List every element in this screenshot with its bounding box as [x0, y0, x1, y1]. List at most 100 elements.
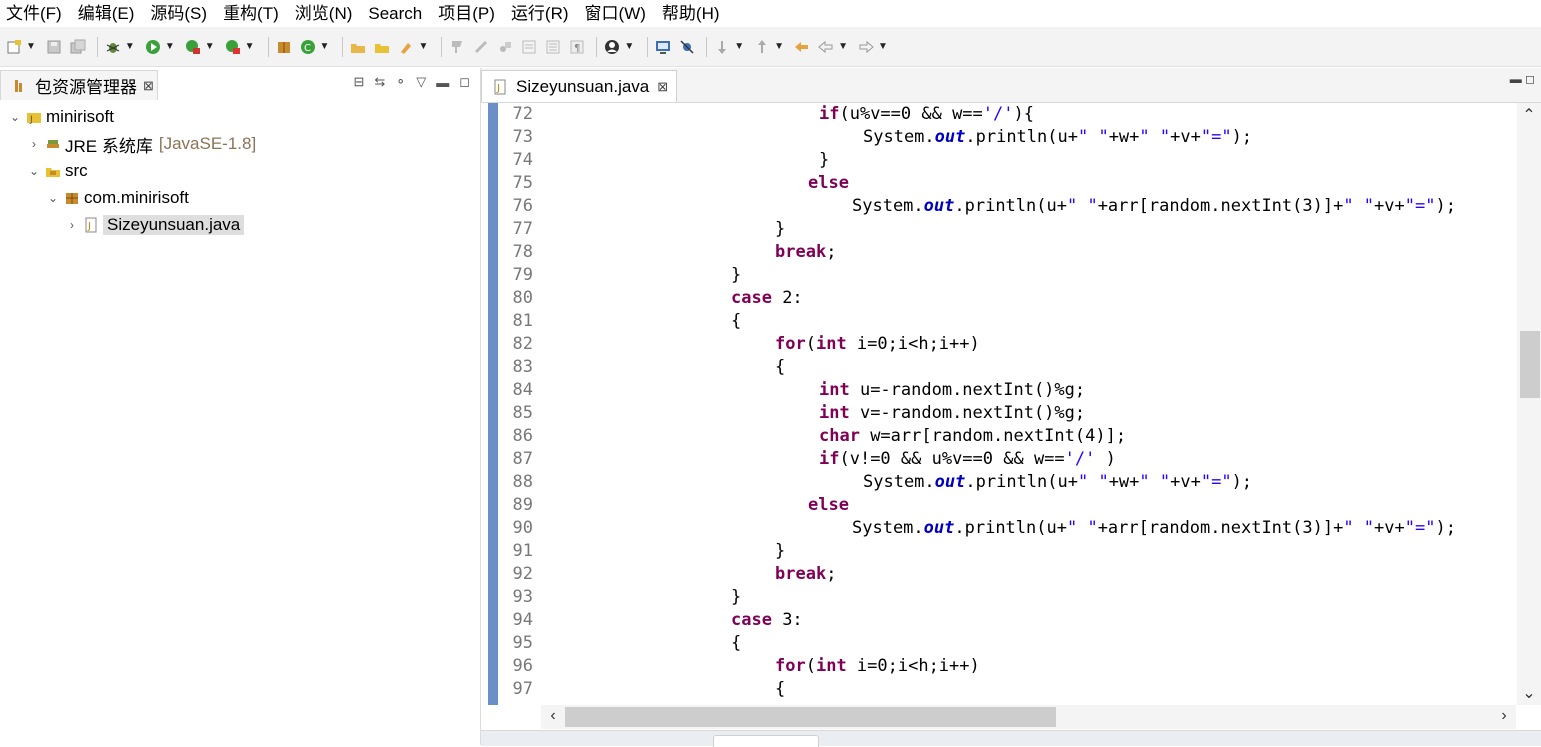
open-type-button[interactable] [348, 39, 368, 55]
menu-item[interactable]: 浏览(N) [287, 0, 361, 27]
code-token: ; [826, 242, 837, 262]
chevron-down-icon[interactable]: ▼ [205, 39, 215, 55]
code-token: { [731, 311, 742, 331]
collapse-all-icon[interactable]: ⊟ [353, 74, 364, 90]
chevron-down-icon[interactable]: ▼ [734, 39, 744, 55]
java-file-icon: J [492, 79, 508, 95]
keyword-token: int [815, 334, 847, 354]
code-line: else [808, 172, 849, 195]
menu-item[interactable]: 文件(F) [0, 0, 70, 27]
menu-item[interactable]: 运行(R) [503, 0, 577, 27]
skip-breakpoints-button[interactable] [677, 39, 697, 55]
toggle-mark-occurrences-button[interactable] [447, 39, 467, 55]
minimize-icon[interactable]: ▬ [1510, 72, 1522, 86]
code-token: ); [1435, 518, 1456, 538]
horizontal-scrollbar[interactable]: ‹ › [541, 705, 1516, 729]
tree-item[interactable]: ⌄ com.minirisoft [46, 185, 189, 211]
string-literal-token: " " [1077, 127, 1109, 147]
debug-button[interactable]: ▼ [103, 39, 139, 55]
view-menu-icon[interactable]: ▽ [416, 74, 426, 90]
word-wrap-button[interactable] [543, 39, 563, 55]
tree-item-label: JRE 系统库 [65, 136, 153, 156]
menu-item[interactable]: 项目(P) [430, 0, 503, 27]
back-button[interactable]: ▼ [816, 39, 852, 55]
tab-package-explorer[interactable]: 包资源管理器 ⊠ [0, 70, 158, 100]
save-all-button[interactable] [68, 39, 88, 55]
close-icon[interactable]: ⊠ [657, 79, 668, 95]
line-number: 91 [512, 541, 533, 561]
toggle-breadcrumb-button[interactable] [471, 39, 491, 55]
chevron-down-icon[interactable]: ⌄ [27, 164, 41, 178]
maximize-icon[interactable]: ◻ [1525, 72, 1535, 86]
tree-item-decoration: [JavaSE-1.8] [158, 134, 257, 153]
maximize-icon[interactable]: ◻ [459, 74, 470, 90]
save-button[interactable] [44, 39, 64, 55]
chevron-down-icon[interactable]: ▼ [774, 39, 784, 55]
minimize-icon[interactable]: ▬ [436, 75, 449, 90]
open-resource-button[interactable] [372, 39, 392, 55]
chevron-down-icon[interactable]: ▼ [878, 39, 888, 55]
perspective-button[interactable]: ▼ [602, 39, 638, 55]
search-button[interactable]: ▼ [396, 39, 432, 55]
new-java-package-button[interactable] [274, 39, 294, 55]
scroll-right-icon[interactable]: › [1492, 707, 1516, 725]
last-edit-location-button[interactable] [792, 39, 812, 55]
chevron-down-icon[interactable]: ▼ [245, 39, 255, 55]
code-token: (v!=0 && u%v==0 && w== [839, 449, 1065, 469]
new-java-class-button[interactable]: C ▼ [298, 39, 334, 55]
scroll-down-icon[interactable]: ⌄ [1517, 683, 1541, 703]
menu-item[interactable]: 源码(S) [142, 0, 215, 27]
show-whitespace-button[interactable]: ¶ [567, 39, 587, 55]
previous-annotation-button[interactable]: ▼ [752, 39, 788, 55]
vertical-scroll-thumb[interactable] [1520, 331, 1540, 398]
filters-icon[interactable]: ⚬ [395, 74, 406, 90]
block-selection-button[interactable] [495, 39, 515, 55]
code-editor[interactable]: 72 if(u%v==0 && w=='/'){73 System.out.prin… [481, 103, 1516, 705]
keyword-token: int [815, 656, 847, 676]
chevron-down-icon[interactable]: ▼ [26, 39, 36, 55]
coverage-button[interactable]: ▼ [183, 39, 219, 55]
svg-text:J: J [87, 221, 91, 232]
run-button[interactable]: ▼ [143, 39, 179, 55]
close-icon[interactable]: ⊠ [143, 78, 154, 94]
chevron-down-icon[interactable]: ⌄ [46, 191, 60, 205]
chevron-right-icon[interactable]: › [27, 137, 41, 151]
chevron-down-icon[interactable]: ▼ [624, 39, 634, 55]
show-source-button[interactable] [519, 39, 539, 55]
bottom-tab[interactable] [713, 735, 819, 747]
tab-sizeyunsuan-java[interactable]: J Sizeyunsuan.java ⊠ [481, 70, 677, 102]
tree-item[interactable]: ⌄ src [27, 158, 88, 184]
menu-item[interactable]: 帮助(H) [654, 0, 728, 27]
line-number: 93 [512, 587, 533, 607]
run-icon [145, 39, 161, 55]
horizontal-scroll-thumb[interactable] [565, 707, 1056, 727]
chevron-down-icon[interactable]: ▼ [320, 39, 330, 55]
chevron-down-icon[interactable]: ▼ [418, 39, 428, 55]
tree-item[interactable]: › JRE 系统库 [JavaSE-1.8] [27, 131, 256, 157]
chevron-down-icon[interactable]: ▼ [125, 39, 135, 55]
toolbar-separator [267, 36, 269, 57]
console-button[interactable] [653, 39, 673, 55]
chevron-down-icon[interactable]: ⌄ [8, 110, 22, 124]
scroll-left-icon[interactable]: ‹ [541, 707, 565, 725]
vertical-scrollbar[interactable]: ⌃ ⌄ [1517, 103, 1541, 705]
svg-text:¶: ¶ [574, 43, 580, 54]
menu-item[interactable]: 窗口(W) [577, 0, 654, 27]
forward-button[interactable]: ▼ [856, 39, 892, 55]
menu-item[interactable]: 重构(T) [215, 0, 287, 27]
tree-item[interactable]: › J Sizeyunsuan.java [65, 212, 245, 238]
next-annotation-button[interactable]: ▼ [712, 39, 748, 55]
menu-item[interactable]: Search [360, 0, 430, 27]
external-tools-button[interactable]: ▼ [223, 39, 259, 55]
chevron-down-icon[interactable]: ▼ [165, 39, 175, 55]
tree-item[interactable]: ⌄ Jminirisoft [8, 104, 114, 130]
chevron-down-icon[interactable]: ▼ [838, 39, 848, 55]
code-line: case 3: [731, 609, 803, 632]
new-button[interactable]: ▼ [4, 39, 40, 55]
chevron-right-icon[interactable]: › [65, 218, 79, 232]
link-with-editor-icon[interactable]: ⇆ [374, 74, 385, 90]
editor-tabbar: J Sizeyunsuan.java ⊠ ▬ ◻ [481, 68, 1541, 103]
menu-item[interactable]: 编辑(E) [70, 0, 143, 27]
scroll-up-icon[interactable]: ⌃ [1517, 105, 1541, 125]
keyword-token: else [808, 495, 849, 515]
